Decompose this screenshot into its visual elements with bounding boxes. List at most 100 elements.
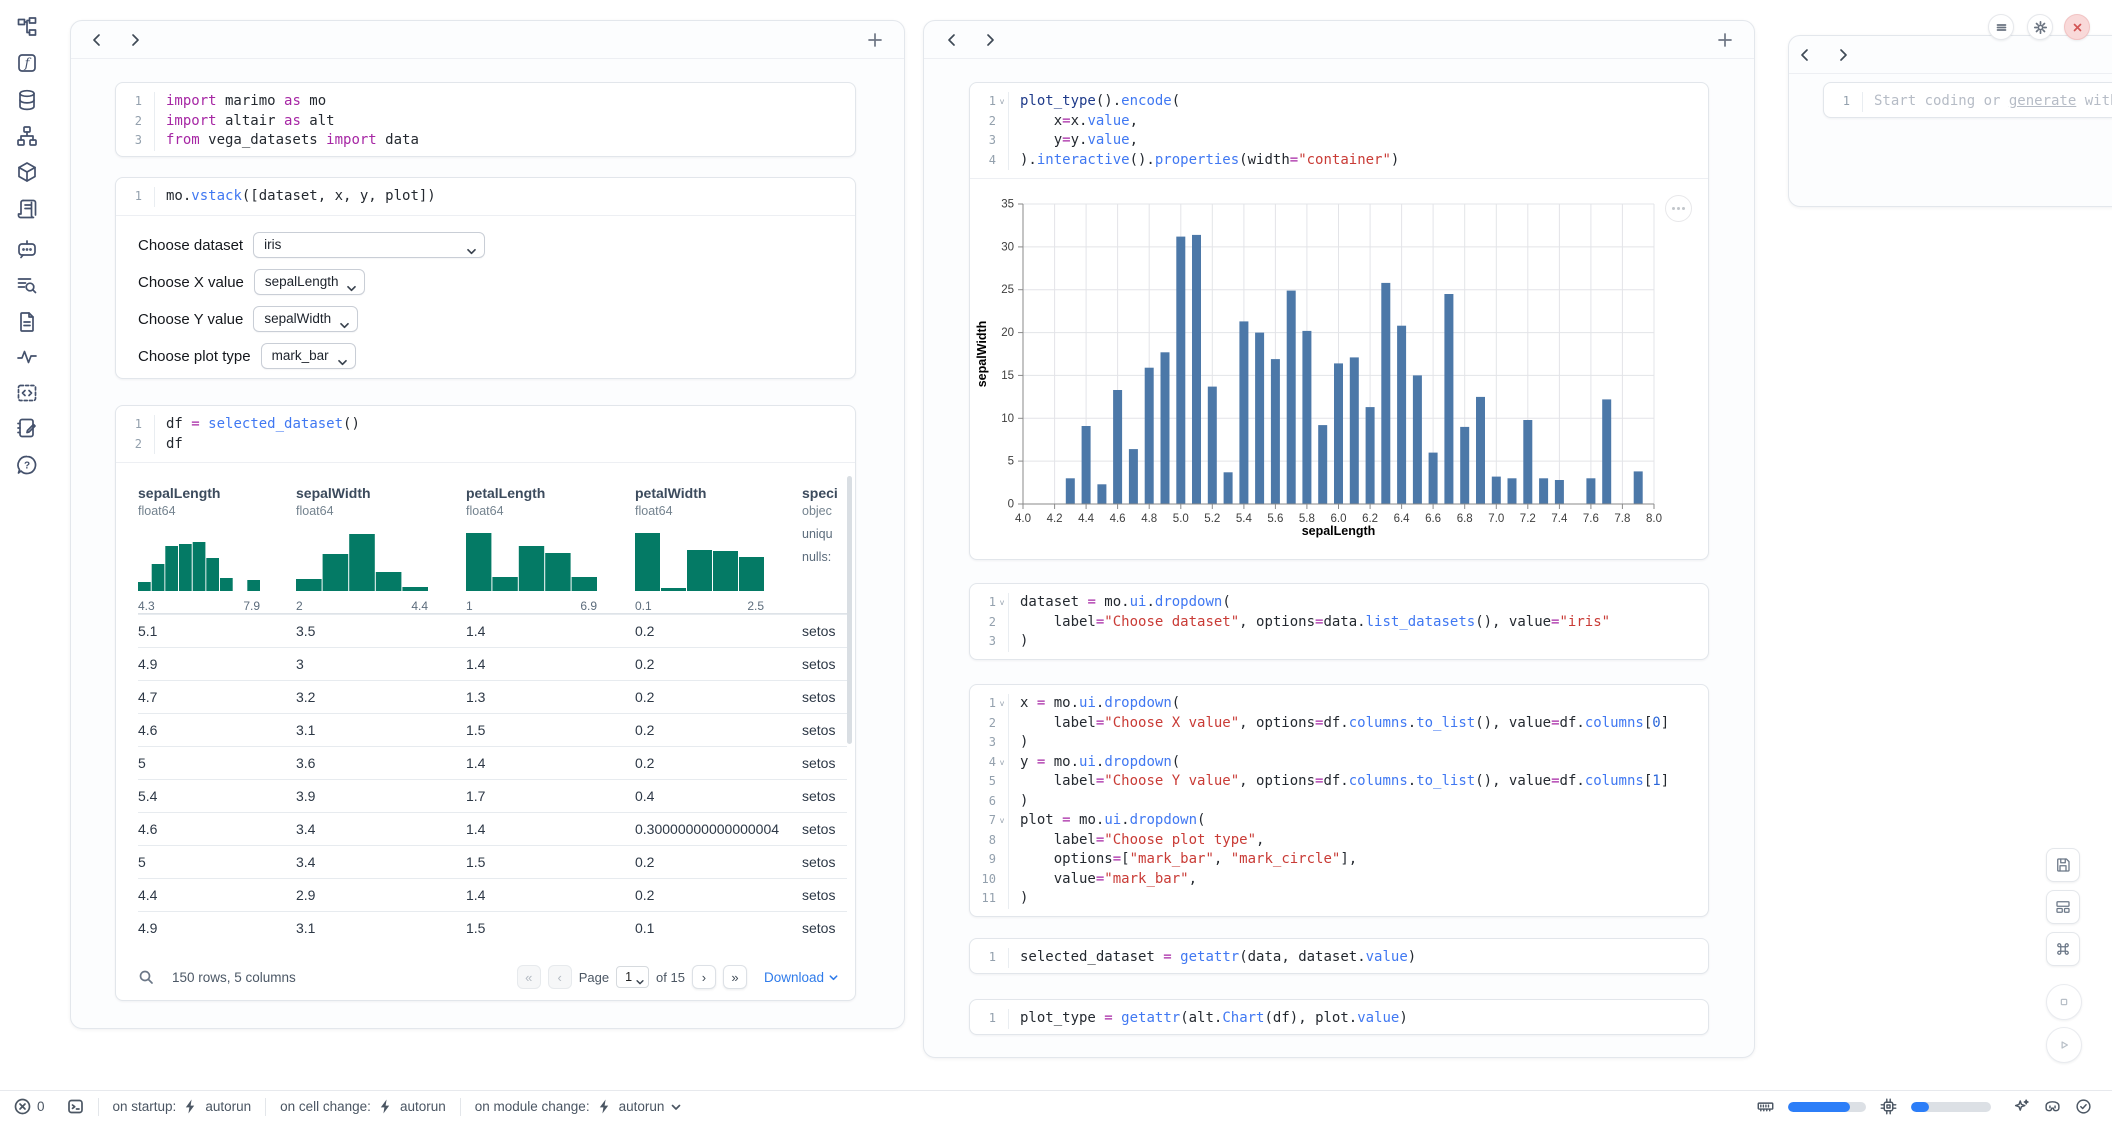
add-cell-button[interactable] — [1716, 31, 1734, 49]
packages-icon[interactable] — [15, 160, 39, 184]
menu-button[interactable] — [1988, 14, 2014, 40]
code-line: 1df = selected_dataset() — [116, 415, 855, 435]
column-header-sepalLength[interactable]: sepalLengthfloat644.37.9 — [138, 472, 296, 613]
cell-selected-dataset[interactable]: 1selected_dataset = getattr(data, datase… — [969, 938, 1709, 974]
prev-page-button[interactable]: ‹ — [548, 965, 572, 989]
dropdown-select-choose-dataset[interactable]: iris — [253, 232, 485, 258]
error-count-badge[interactable]: 0 — [14, 1098, 45, 1115]
table-summary: 150 rows, 5 columns — [172, 970, 296, 985]
code-line: 7vplot = mo.ui.dropdown( — [970, 811, 1708, 831]
fold-chevron-icon[interactable]: v — [996, 593, 1008, 613]
table-scrollbar[interactable] — [847, 476, 852, 744]
chart-actions-button[interactable] — [1665, 195, 1692, 222]
left-column-toolbar — [71, 21, 904, 59]
cell-imports[interactable]: 1import marimo as mo2import altair as al… — [115, 82, 856, 157]
on-module-change-config[interactable]: on module change: autorun — [475, 1098, 683, 1115]
svg-text:5: 5 — [1008, 456, 1014, 468]
data-sources-icon[interactable] — [15, 88, 39, 112]
fold-chevron-icon[interactable]: v — [996, 694, 1008, 714]
code-line: 4).interactive().properties(width="conta… — [970, 151, 1708, 171]
page-select[interactable]: 1 — [616, 966, 649, 988]
settings-gear-button[interactable] — [2027, 14, 2053, 40]
code-line: 2 label="Choose dataset", options=data.l… — [970, 613, 1708, 633]
column-header-petalWidth[interactable]: petalWidthfloat640.12.5 — [635, 472, 802, 613]
dependency-graph-icon[interactable] — [15, 124, 39, 148]
documentation-icon[interactable] — [15, 310, 39, 334]
cell-dataset-dropdown[interactable]: 1vdataset = mo.ui.dropdown(2 label="Choo… — [969, 583, 1709, 660]
copilot-button[interactable] — [2044, 1098, 2061, 1115]
column-header-petalLength[interactable]: petalLengthfloat6416.9 — [466, 472, 635, 613]
bolt-icon — [596, 1098, 613, 1115]
svg-text:8.0: 8.0 — [1646, 513, 1662, 525]
logs-icon[interactable] — [15, 273, 39, 297]
dropdown-select-choose-x-value[interactable]: sepalLength — [254, 269, 366, 295]
layout-button[interactable] — [2046, 890, 2080, 924]
code-line: 10 value="mark_bar", — [970, 870, 1708, 890]
next-column-button[interactable] — [127, 32, 143, 48]
page-count-label: of 15 — [656, 970, 685, 985]
prev-column-button[interactable] — [89, 32, 105, 48]
memory-icon — [1757, 1098, 1774, 1115]
prev-column-button[interactable] — [1797, 47, 1813, 63]
connection-status-button[interactable] — [2075, 1098, 2092, 1115]
cell-vstack[interactable]: 1mo.vstack([dataset, x, y, plot]) Choose… — [115, 177, 856, 379]
fold-chevron-icon[interactable]: v — [996, 753, 1008, 773]
prev-column-button[interactable] — [944, 32, 960, 48]
dropdown-label: Choose dataset — [138, 237, 243, 254]
fold-chevron-icon[interactable]: v — [996, 811, 1008, 831]
search-icon[interactable] — [138, 969, 154, 985]
control-row: Choose Y valuesepalWidth — [138, 306, 835, 333]
next-column-button[interactable] — [1835, 47, 1851, 63]
svg-text:sepalWidth: sepalWidth — [975, 321, 989, 388]
ai-sparkles-button[interactable] — [2013, 1098, 2030, 1115]
code-line: 1mo.vstack([dataset, x, y, plot]) — [116, 187, 855, 207]
dropdown-select-choose-plot-type[interactable]: mark_bar — [261, 343, 356, 369]
run-all-button[interactable] — [2046, 1027, 2082, 1063]
svg-text:25: 25 — [1001, 284, 1014, 296]
outline-icon[interactable] — [15, 197, 39, 221]
cell-chart[interactable]: 1vplot_type().encode(2 x=x.value,3 y=y.v… — [969, 82, 1709, 560]
on-cell-change-config[interactable]: on cell change: autorun — [280, 1098, 446, 1115]
keyboard-shortcuts-button[interactable] — [2046, 932, 2080, 966]
altair-chart[interactable]: 4.04.24.44.64.85.05.25.45.65.86.06.26.46… — [970, 179, 1709, 560]
next-column-button[interactable] — [982, 32, 998, 48]
cell-xy-dropdowns[interactable]: 1vx = mo.ui.dropdown(2 label="Choose X v… — [969, 684, 1709, 917]
table-header: sepalLengthfloat644.37.9sepalWidthfloat6… — [138, 472, 847, 614]
file-explorer-icon[interactable] — [15, 15, 39, 39]
cell-dataframe[interactable]: 1df = selected_dataset()2df sepalLengthf… — [115, 405, 856, 1001]
svg-text:5.6: 5.6 — [1267, 513, 1283, 525]
code-line: 8 label="Choose plot type", — [970, 831, 1708, 851]
first-page-button[interactable]: « — [517, 965, 541, 989]
table-footer: 150 rows, 5 columns « ‹ Page 1 of 15 › »… — [138, 952, 839, 1001]
column-header-speci[interactable]: speciobjecuniqunulls: — [802, 472, 847, 613]
tracing-icon[interactable] — [15, 345, 39, 369]
on-startup-config[interactable]: on startup: autorun — [113, 1098, 252, 1115]
svg-text:4.0: 4.0 — [1015, 513, 1031, 525]
close-button[interactable] — [2064, 14, 2090, 40]
dropdown-select-choose-y-value[interactable]: sepalWidth — [253, 306, 358, 332]
svg-text:5.0: 5.0 — [1173, 513, 1189, 525]
next-page-button[interactable]: › — [692, 965, 716, 989]
snippets-icon[interactable] — [15, 381, 39, 405]
variables-icon[interactable]: f — [15, 51, 39, 75]
cell-empty-ai[interactable]: 1Start coding or generate with — [1823, 82, 2112, 118]
cell-plot-type[interactable]: 1plot_type = getattr(alt.Chart(df), plot… — [969, 999, 1709, 1035]
stop-kernel-button[interactable] — [2046, 984, 2082, 1020]
scratchpad-icon[interactable] — [15, 416, 39, 440]
chat-icon[interactable] — [15, 237, 39, 261]
terminal-button[interactable] — [67, 1098, 84, 1115]
code-line: 1vdataset = mo.ui.dropdown( — [970, 593, 1708, 613]
code-line: 5 label="Choose Y value", options=df.col… — [970, 772, 1708, 792]
add-cell-button[interactable] — [866, 31, 884, 49]
terminal-icon — [67, 1098, 84, 1115]
download-button[interactable]: Download — [764, 970, 839, 985]
help-icon[interactable]: ? — [15, 453, 39, 477]
code-line: 2df — [116, 435, 855, 455]
table-row: 4.63.41.40.30000000000000004setos — [138, 812, 847, 845]
last-page-button[interactable]: » — [723, 965, 747, 989]
column-header-sepalWidth[interactable]: sepalWidthfloat6424.4 — [296, 472, 466, 613]
fold-chevron-icon[interactable]: v — [996, 92, 1008, 112]
svg-text:f: f — [24, 57, 32, 72]
code-line: 3) — [970, 733, 1708, 753]
save-button[interactable] — [2046, 848, 2080, 882]
